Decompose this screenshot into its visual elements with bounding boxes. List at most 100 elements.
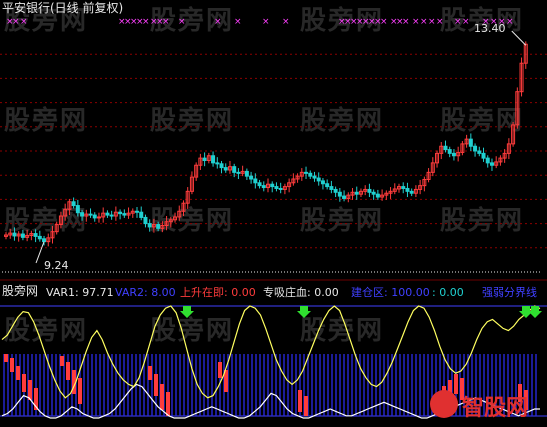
signal-marker: × xyxy=(178,17,186,27)
candle-body xyxy=(278,187,283,190)
candle-body xyxy=(325,183,330,188)
indicator-var2: VAR2: 8.00 xyxy=(115,286,176,299)
candle-body xyxy=(80,212,85,217)
signal-marker: × xyxy=(282,17,290,27)
price-high-pointer xyxy=(511,30,527,46)
candle-body xyxy=(223,167,228,171)
signal-marker: × xyxy=(234,17,242,27)
candle-body xyxy=(147,223,152,228)
candle-body xyxy=(33,233,38,237)
signal-marker: × xyxy=(142,17,150,27)
candle-body xyxy=(244,170,249,177)
candle-body xyxy=(211,155,216,164)
indicator-boundary: 强弱分界线 xyxy=(482,286,537,299)
signal-marker: × xyxy=(436,17,444,27)
candle-body xyxy=(354,191,359,195)
candle-body xyxy=(477,150,482,154)
candle-body xyxy=(473,145,478,152)
indicator-build: 建仓区: 100.00 xyxy=(351,286,430,299)
candle-body xyxy=(337,191,342,197)
candle-body xyxy=(375,193,380,198)
candle-body xyxy=(274,186,279,189)
signal-marker: × xyxy=(262,17,270,27)
signal-marker: × xyxy=(454,17,462,27)
candle-body xyxy=(215,162,220,165)
candle-body xyxy=(401,186,406,189)
indicator-rise: 上升在即: 0.00 xyxy=(180,286,256,299)
candle-body xyxy=(451,152,456,157)
candle-body xyxy=(468,138,473,147)
candle-body xyxy=(202,157,207,161)
candle-body xyxy=(88,213,93,216)
candle-body xyxy=(342,195,347,199)
candle-body xyxy=(308,172,313,177)
brand-icon xyxy=(430,390,458,418)
candle-body xyxy=(236,171,241,174)
candle-body xyxy=(42,238,47,243)
candle-body xyxy=(20,233,25,238)
indicator-val4: : 0.00 xyxy=(432,286,464,299)
down-arrow-signal xyxy=(297,306,311,318)
signal-marker: × xyxy=(20,17,28,27)
stock-chart-window: { "title": "平安银行(日线 前复权)", "watermark": … xyxy=(0,0,547,427)
candle-body xyxy=(312,175,317,179)
signal-marker: × xyxy=(420,17,428,27)
candle-body xyxy=(109,214,114,217)
candle-body xyxy=(481,152,486,159)
indicator-var1: VAR1: 97.71 xyxy=(46,286,114,299)
candle-body xyxy=(122,213,127,216)
signal-marker: × xyxy=(462,17,470,27)
candle-body xyxy=(257,182,262,187)
price-high-label: 13.40 xyxy=(474,22,506,35)
signal-marker: × xyxy=(380,17,388,27)
candle-body xyxy=(261,185,266,189)
indicator-name: 股旁网 xyxy=(2,284,39,298)
candle-body xyxy=(320,180,325,185)
candle-body xyxy=(405,187,410,192)
candle-body xyxy=(12,232,17,237)
signal-marker: × xyxy=(12,17,20,27)
signal-marker: × xyxy=(214,17,222,27)
candle-body xyxy=(489,162,494,166)
candle-body xyxy=(105,212,110,216)
chart-canvas: ×× × ××××× ××× × × × × × ×××××××× ××× × × × × × × × × × × xyxy=(0,17,547,419)
chart-title: 平安银行(日线 前复权) xyxy=(2,1,124,15)
candle-body xyxy=(316,177,321,182)
candle-body xyxy=(253,178,258,184)
candle-body xyxy=(304,171,309,174)
candle-body xyxy=(329,186,334,190)
candle-body xyxy=(118,211,123,215)
candle-body xyxy=(71,201,76,207)
candle-body xyxy=(135,210,139,213)
brand-logo: 智股网 xyxy=(430,388,542,422)
price-low-pointer xyxy=(35,241,45,264)
candle-body xyxy=(371,191,376,195)
down-arrow-signal xyxy=(528,306,542,318)
candle-body xyxy=(333,188,338,193)
candle-body xyxy=(219,163,224,169)
signal-marker: × xyxy=(162,17,170,27)
signal-marker: × xyxy=(428,17,436,27)
signal-marker: × xyxy=(506,17,514,27)
candle-body xyxy=(485,157,490,164)
candle-body xyxy=(409,190,414,194)
candle-body xyxy=(232,166,237,173)
candle-body xyxy=(447,149,452,154)
candle-body xyxy=(156,224,161,229)
candle-body xyxy=(249,175,254,180)
indicator-absorb: 专吸庄血: 0.00 xyxy=(263,286,339,299)
price-low-label: 9.24 xyxy=(44,259,69,272)
brand-logo-text: 智股网 xyxy=(462,396,529,421)
candle-body xyxy=(139,211,144,218)
candle-body xyxy=(367,188,372,193)
candle-body xyxy=(143,216,148,225)
candle-body xyxy=(270,183,275,188)
candle-body xyxy=(75,205,80,214)
signal-marker: × xyxy=(412,17,420,27)
candle-body xyxy=(92,214,97,219)
candle-body xyxy=(443,145,448,151)
signal-marker: × xyxy=(402,17,410,27)
candle-body xyxy=(96,216,101,219)
down-arrow-signal xyxy=(180,306,194,318)
candle-body xyxy=(37,235,42,240)
